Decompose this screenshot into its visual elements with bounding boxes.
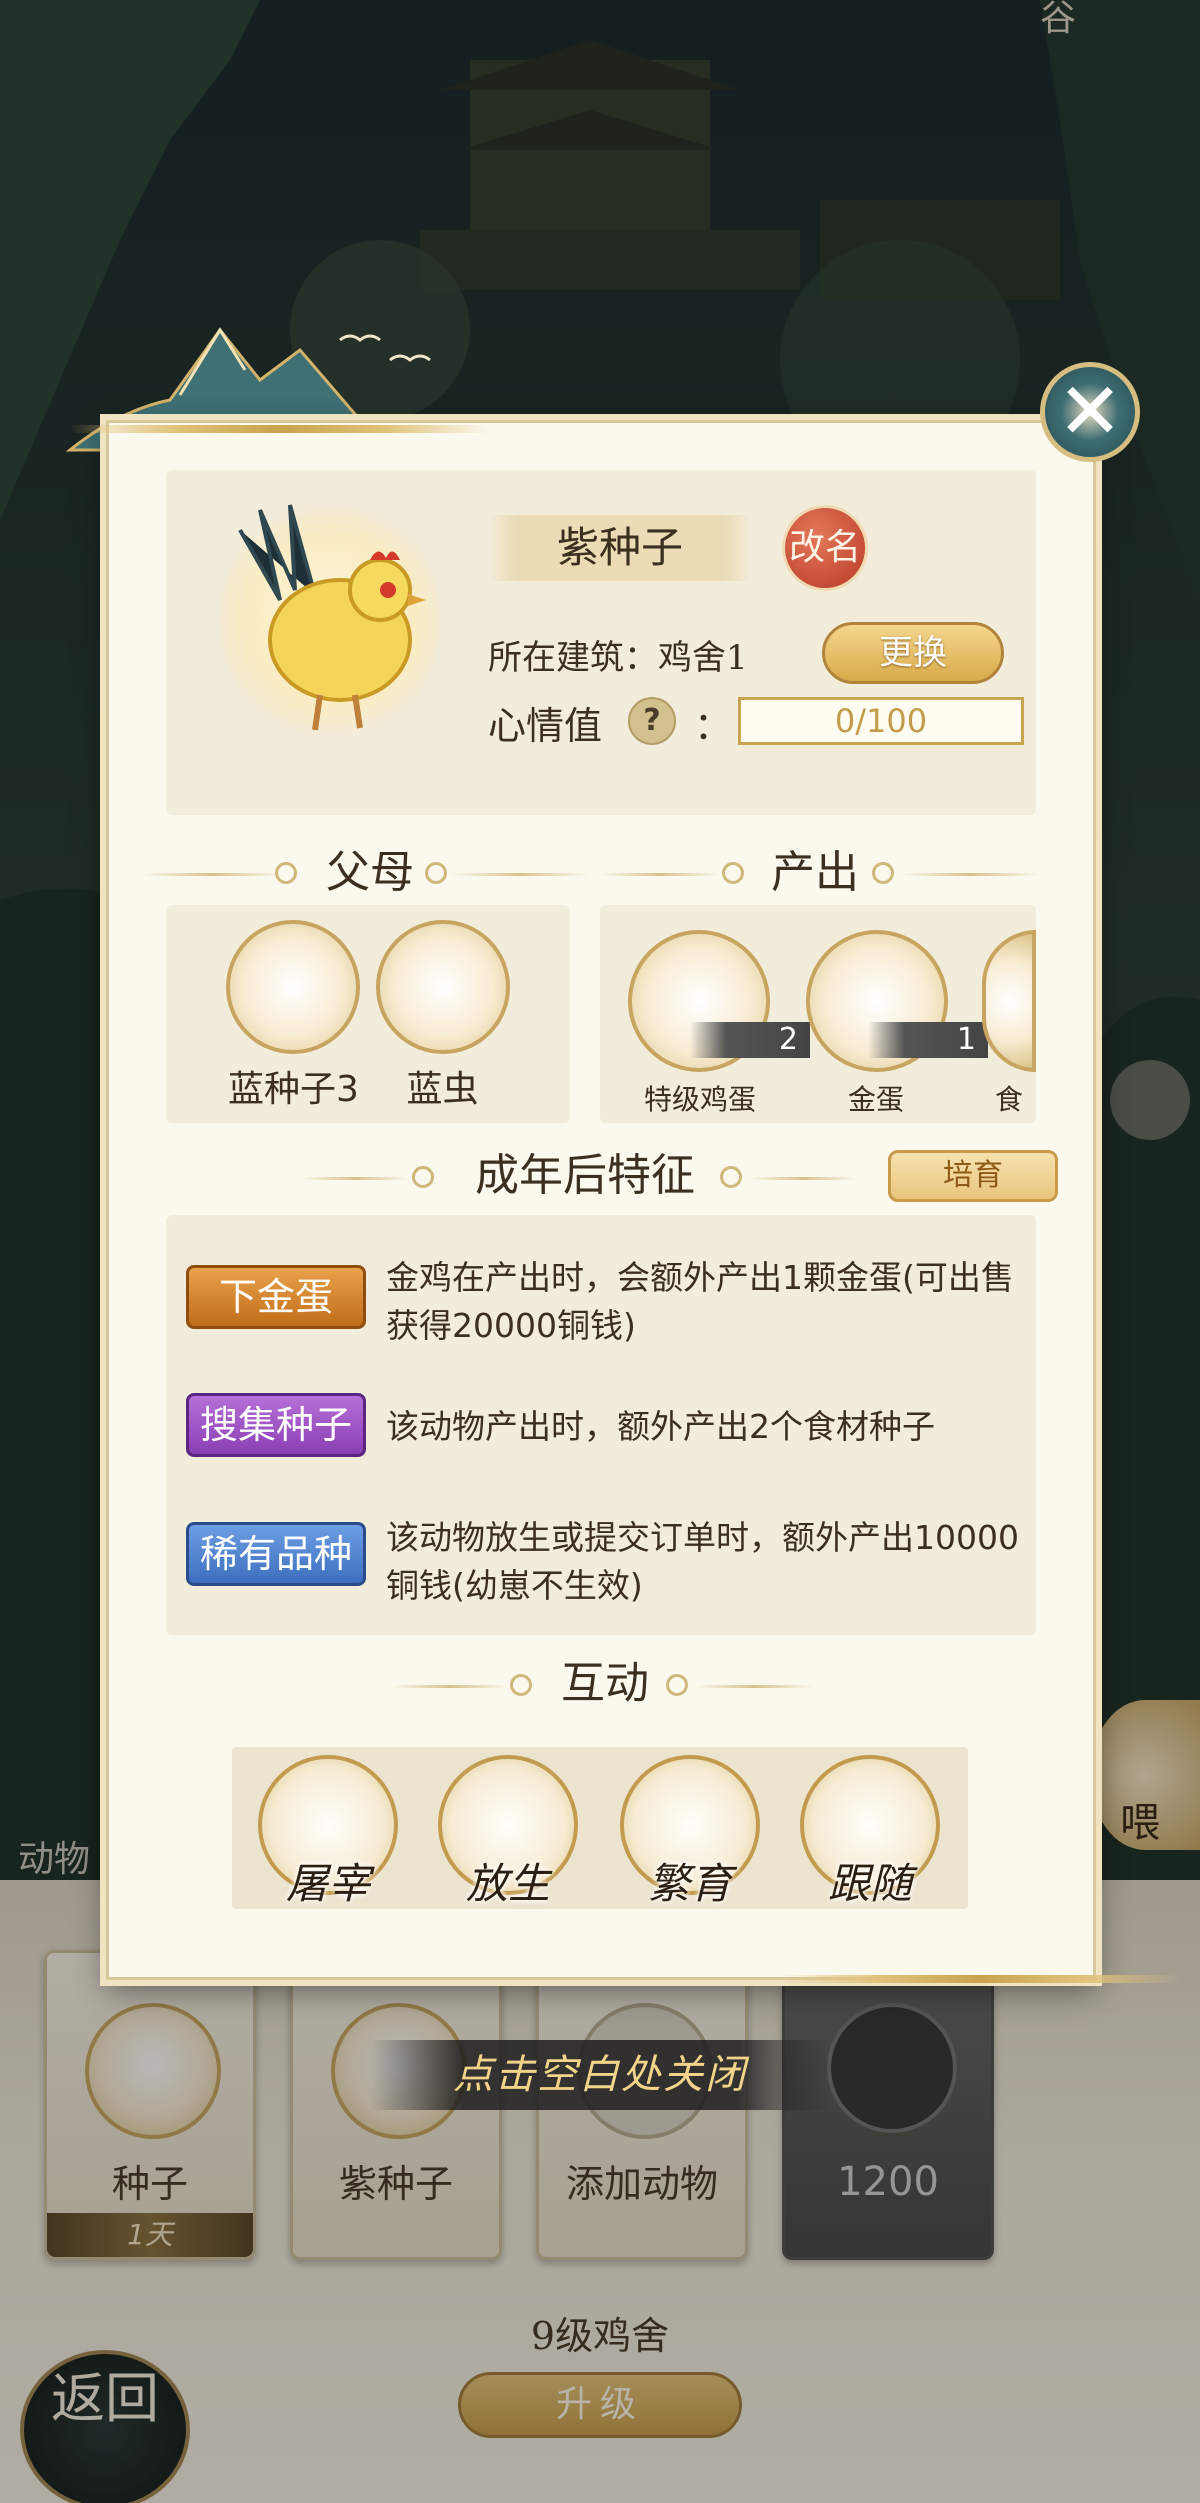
close-icon: ✕ bbox=[1057, 367, 1123, 457]
animal-portrait bbox=[220, 490, 440, 750]
mood-value-bar: 0/100 bbox=[738, 697, 1024, 745]
trait-tag-golden-egg[interactable]: 下金蛋 bbox=[186, 1265, 366, 1329]
output-title: 产出 bbox=[771, 847, 859, 898]
cloud-ornament-icon bbox=[722, 862, 744, 884]
divider-line bbox=[694, 1685, 814, 1688]
output-name: 金蛋 bbox=[847, 1083, 904, 1116]
breed-action-label[interactable]: 繁育 bbox=[620, 1850, 760, 1911]
trait-tag-rare-breed[interactable]: 稀有品种 bbox=[186, 1522, 366, 1586]
item-count: 1 bbox=[868, 1022, 988, 1058]
gold-ribbon-decoration bbox=[780, 1975, 1180, 1983]
divider-line bbox=[390, 1685, 510, 1688]
animal-card-timer: 1天 bbox=[47, 2213, 253, 2257]
rename-button[interactable]: 改名 bbox=[782, 505, 868, 591]
traits-title: 成年后特征 bbox=[475, 1150, 695, 1201]
divider-line bbox=[900, 873, 1040, 876]
cloud-ornament-icon bbox=[275, 862, 297, 884]
cloud-ornament-icon bbox=[720, 1166, 742, 1188]
trait-description: 该动物放生或提交订单时，额外产出10000铜钱(幼崽不生效) bbox=[386, 1518, 1019, 1605]
animal-card-name: 紫种子 bbox=[338, 2162, 453, 2206]
feed-label: 喂 bbox=[1120, 1800, 1160, 1846]
lock-icon bbox=[827, 2003, 957, 2133]
cloud-ornament-icon bbox=[412, 1166, 434, 1188]
rooster-avatar bbox=[85, 2003, 221, 2139]
parent-rooster-icon[interactable] bbox=[226, 920, 360, 1054]
golden-chicken-icon bbox=[238, 504, 426, 731]
divider-line bbox=[140, 873, 285, 876]
tap-to-close-hint: 点击空白处关闭 bbox=[370, 2040, 830, 2110]
animal-name-plate: 紫种子 bbox=[490, 515, 750, 581]
follow-label[interactable]: 跟随 bbox=[800, 1850, 940, 1911]
item-count: 2 bbox=[690, 1022, 810, 1058]
animal-card-1[interactable]: 种子 1天 bbox=[44, 1950, 256, 2260]
cloud-ornament-icon bbox=[425, 862, 447, 884]
feed-button[interactable]: 喂 bbox=[1090, 1700, 1200, 1850]
building-location: 所在建筑：鸡舍1 bbox=[488, 638, 748, 678]
parent-name: 蓝虫 bbox=[406, 1069, 479, 1110]
trait-tag-collect-seeds[interactable]: 搜集种子 bbox=[186, 1393, 366, 1457]
release-label[interactable]: 放生 bbox=[438, 1850, 578, 1911]
output-name: 特级鸡蛋 bbox=[643, 1083, 756, 1116]
mood-colon: ： bbox=[694, 704, 733, 748]
gold-ribbon-decoration bbox=[70, 425, 490, 433]
cloud-ornament-icon bbox=[872, 862, 894, 884]
unlock-price: 1200 bbox=[837, 2159, 939, 2205]
output-name: 食 bbox=[994, 1083, 1023, 1116]
add-animal-label: 添加动物 bbox=[565, 2162, 718, 2206]
interact-title: 互动 bbox=[561, 1658, 649, 1709]
divider-line bbox=[748, 1177, 858, 1180]
divider-line bbox=[600, 873, 720, 876]
cloud-ornament-icon bbox=[510, 1674, 532, 1696]
back-button[interactable]: 返回 bbox=[20, 2350, 190, 2503]
side-tab-animals[interactable]: 动物 bbox=[18, 1830, 90, 1882]
breed-button[interactable]: 培育 bbox=[888, 1150, 1058, 1202]
upgrade-button[interactable]: 升级 bbox=[458, 2372, 742, 2438]
coop-level-title: 9级鸡舍 bbox=[530, 2314, 670, 2358]
help-icon[interactable]: ? bbox=[628, 697, 676, 745]
animal-card-name: 种子 bbox=[111, 2162, 188, 2206]
top-banner-glyph: 谷 bbox=[1040, 0, 1076, 39]
slaughter-label[interactable]: 屠宰 bbox=[258, 1850, 398, 1911]
change-building-button[interactable]: 更换 bbox=[822, 622, 1004, 684]
divider-line bbox=[300, 1177, 410, 1180]
cloud-ornament-icon bbox=[666, 1674, 688, 1696]
mood-label: 心情值 bbox=[488, 704, 603, 748]
parents-title: 父母 bbox=[326, 847, 414, 898]
parent-name: 蓝种子3 bbox=[228, 1069, 359, 1110]
trait-description: 该动物产出时，额外产出2个食材种子 bbox=[386, 1407, 935, 1446]
divider-line bbox=[450, 873, 590, 876]
close-button[interactable]: ✕ bbox=[1040, 362, 1140, 462]
trait-description: 金鸡在产出时，会额外产出1颗金蛋(可出售获得20000铜钱) bbox=[386, 1258, 1014, 1345]
parent-rooster-icon[interactable] bbox=[376, 920, 510, 1054]
